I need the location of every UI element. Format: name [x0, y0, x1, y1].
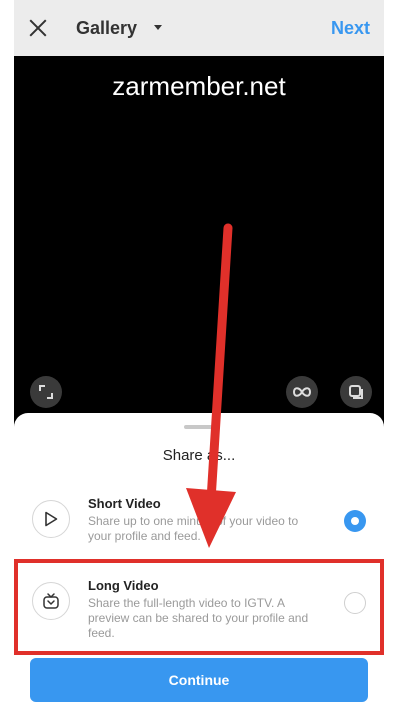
watermark-text: zarmember.net — [112, 71, 286, 101]
gallery-title[interactable]: Gallery — [76, 18, 137, 39]
radio-selected[interactable] — [344, 510, 366, 532]
next-button[interactable]: Next — [331, 18, 370, 39]
caret-down-icon[interactable] — [154, 25, 162, 30]
top-bar: Gallery Next — [14, 0, 384, 56]
play-icon — [32, 500, 70, 538]
sheet-grabber[interactable] — [184, 425, 214, 429]
option-description: Share up to one minute of your video to … — [88, 514, 299, 543]
layout-icon[interactable] — [340, 376, 372, 408]
sheet-title: Share as... — [162, 447, 236, 464]
video-preview: zarmember.net — [14, 56, 384, 436]
continue-button[interactable]: Continue — [30, 658, 368, 702]
annotation-highlight-box — [14, 559, 384, 655]
close-icon[interactable] — [26, 16, 50, 40]
option-short-video[interactable]: Short Video Share up to one minute of yo… — [26, 486, 372, 556]
expand-icon[interactable] — [30, 376, 62, 408]
option-title: Short Video — [88, 496, 161, 511]
boomerang-icon[interactable] — [286, 376, 318, 408]
